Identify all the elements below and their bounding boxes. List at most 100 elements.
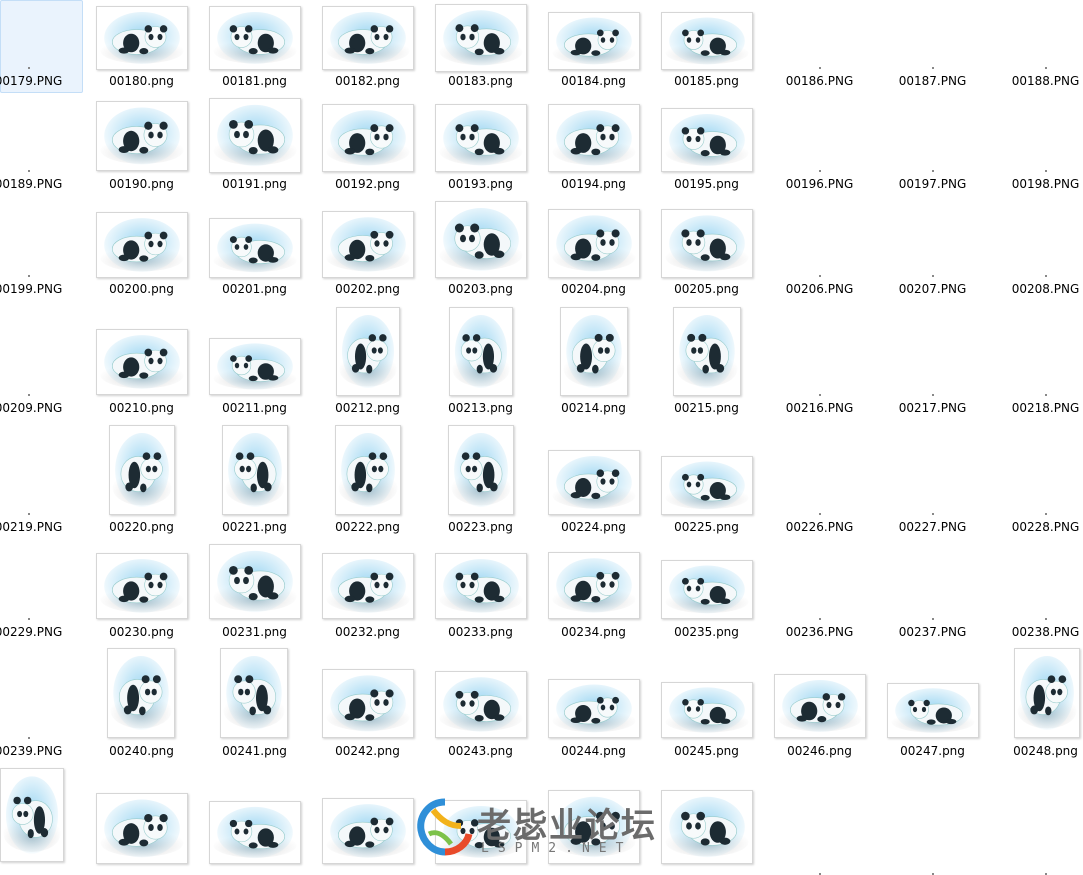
thumbnail-frame [220,648,288,738]
file-name-label: 00195.png [674,177,739,191]
panda-thumbnail-image [552,684,636,733]
panda-thumbnail-image [112,433,172,507]
panda-thumbnail-image [1017,656,1077,730]
panda-thumbnail-image [665,215,749,272]
empty-preview-marker [1045,67,1047,69]
panda-thumbnail-image [100,799,184,858]
file-name-label: 00180.png [109,74,174,88]
file-name-label: 00239.PNG [0,744,63,758]
panda-thumbnail-image [326,110,410,166]
thumbnail-frame [661,12,753,70]
panda-thumbnail-image [665,113,749,167]
thumbnail-frame [1014,648,1080,738]
panda-thumbnail-image [223,656,285,730]
file-name-label: 00193.png [448,177,513,191]
empty-preview-marker [932,513,934,515]
empty-preview-marker [28,513,30,515]
panda-thumbnail-image [213,806,297,859]
panda-thumbnail-image [439,10,523,66]
file-name-label: 00237.PNG [898,625,967,639]
thumbnail-frame [96,6,188,70]
file-name-label: 00201.png [222,282,287,296]
panda-thumbnail-image [326,559,410,613]
panda-thumbnail-image [665,565,749,614]
panda-thumbnail-image [213,104,297,167]
empty-preview-marker [28,67,30,69]
panda-thumbnail-image [326,11,410,65]
panda-thumbnail-image [326,804,410,858]
file-name-label: 00238.PNG [1011,625,1080,639]
file-name-label: 00242.png [335,744,400,758]
thumbnail-frame [673,307,741,396]
empty-preview-marker [1045,170,1047,172]
empty-preview-marker [819,275,821,277]
file-name-label: 00240.png [109,744,174,758]
watermark-url: LSPM2.NET [481,841,633,856]
panda-thumbnail-image [100,107,184,165]
thumbnail-frame [548,209,640,278]
panda-thumbnail-image [213,343,297,390]
thumbnail-frame [209,6,301,70]
thumbnail-frame [661,560,753,619]
empty-preview-marker [28,618,30,620]
thumbnail-frame [209,98,301,173]
thumbnail-frame [336,307,400,396]
thumbnail-frame [335,425,401,515]
file-name-label: 00194.png [561,177,626,191]
panda-thumbnail-image [552,558,636,613]
watermark: 老毖业论坛 LSPM2.NET [415,796,675,860]
panda-thumbnail-image [100,559,184,613]
file-name-label: 00205.png [674,282,739,296]
file-name-label: 00241.png [222,744,287,758]
panda-thumbnail-image [891,688,975,733]
panda-thumbnail-image [326,675,410,732]
file-name-label: 00226.PNG [785,520,854,534]
file-name-label: 00245.png [674,744,739,758]
file-name-label: 00204.png [561,282,626,296]
file-name-label: 00197.PNG [898,177,967,191]
panda-thumbnail-image [339,314,397,389]
file-name-label: 00228.PNG [1011,520,1080,534]
thumbnail-frame [548,12,640,70]
empty-preview-marker [819,394,821,396]
panda-thumbnail-image [665,796,749,858]
file-name-label: 00211.png [222,401,287,415]
file-name-label: 00206.PNG [785,282,854,296]
file-name-label: 00230.png [109,625,174,639]
thumbnail-frame [322,6,414,70]
panda-thumbnail-image [439,559,523,613]
file-name-label: 00202.png [335,282,400,296]
file-name-label: 00179.PNG [0,74,63,88]
empty-preview-marker [1045,394,1047,396]
panda-thumbnail-image [665,17,749,65]
thumbnail-frame [107,648,175,738]
file-name-label: 00190.png [109,177,174,191]
empty-preview-marker [932,67,934,69]
file-name-label: 00192.png [335,177,400,191]
file-name-label: 00225.png [674,520,739,534]
thumbnail-frame [661,682,753,738]
file-name-label: 00182.png [335,74,400,88]
thumbnail-frame [222,425,288,515]
panda-thumbnail-image [563,314,625,389]
thumbnail-frame [96,553,188,619]
panda-thumbnail-image [676,314,738,389]
thumbnail-frame [209,338,301,395]
panda-thumbnail-image [225,433,285,507]
thumbnail-frame [661,456,753,515]
thumbnail-frame [209,801,301,864]
file-name-label: 00183.png [448,74,513,88]
file-name-label: 00248.png [1013,744,1078,758]
file-name-label: 00218.PNG [1011,401,1080,415]
file-name-label: 00198.PNG [1011,177,1080,191]
thumbnail-frame [435,104,527,172]
panda-thumbnail-image [439,110,523,166]
file-name-label: 00187.PNG [898,74,967,88]
panda-thumbnail-image [452,314,510,389]
panda-thumbnail-image [665,687,749,733]
panda-thumbnail-image [552,215,636,272]
file-name-label: 00189.PNG [0,177,63,191]
file-name-label: 00216.PNG [785,401,854,415]
file-name-label: 00243.png [448,744,513,758]
file-name-label: 00244.png [561,744,626,758]
